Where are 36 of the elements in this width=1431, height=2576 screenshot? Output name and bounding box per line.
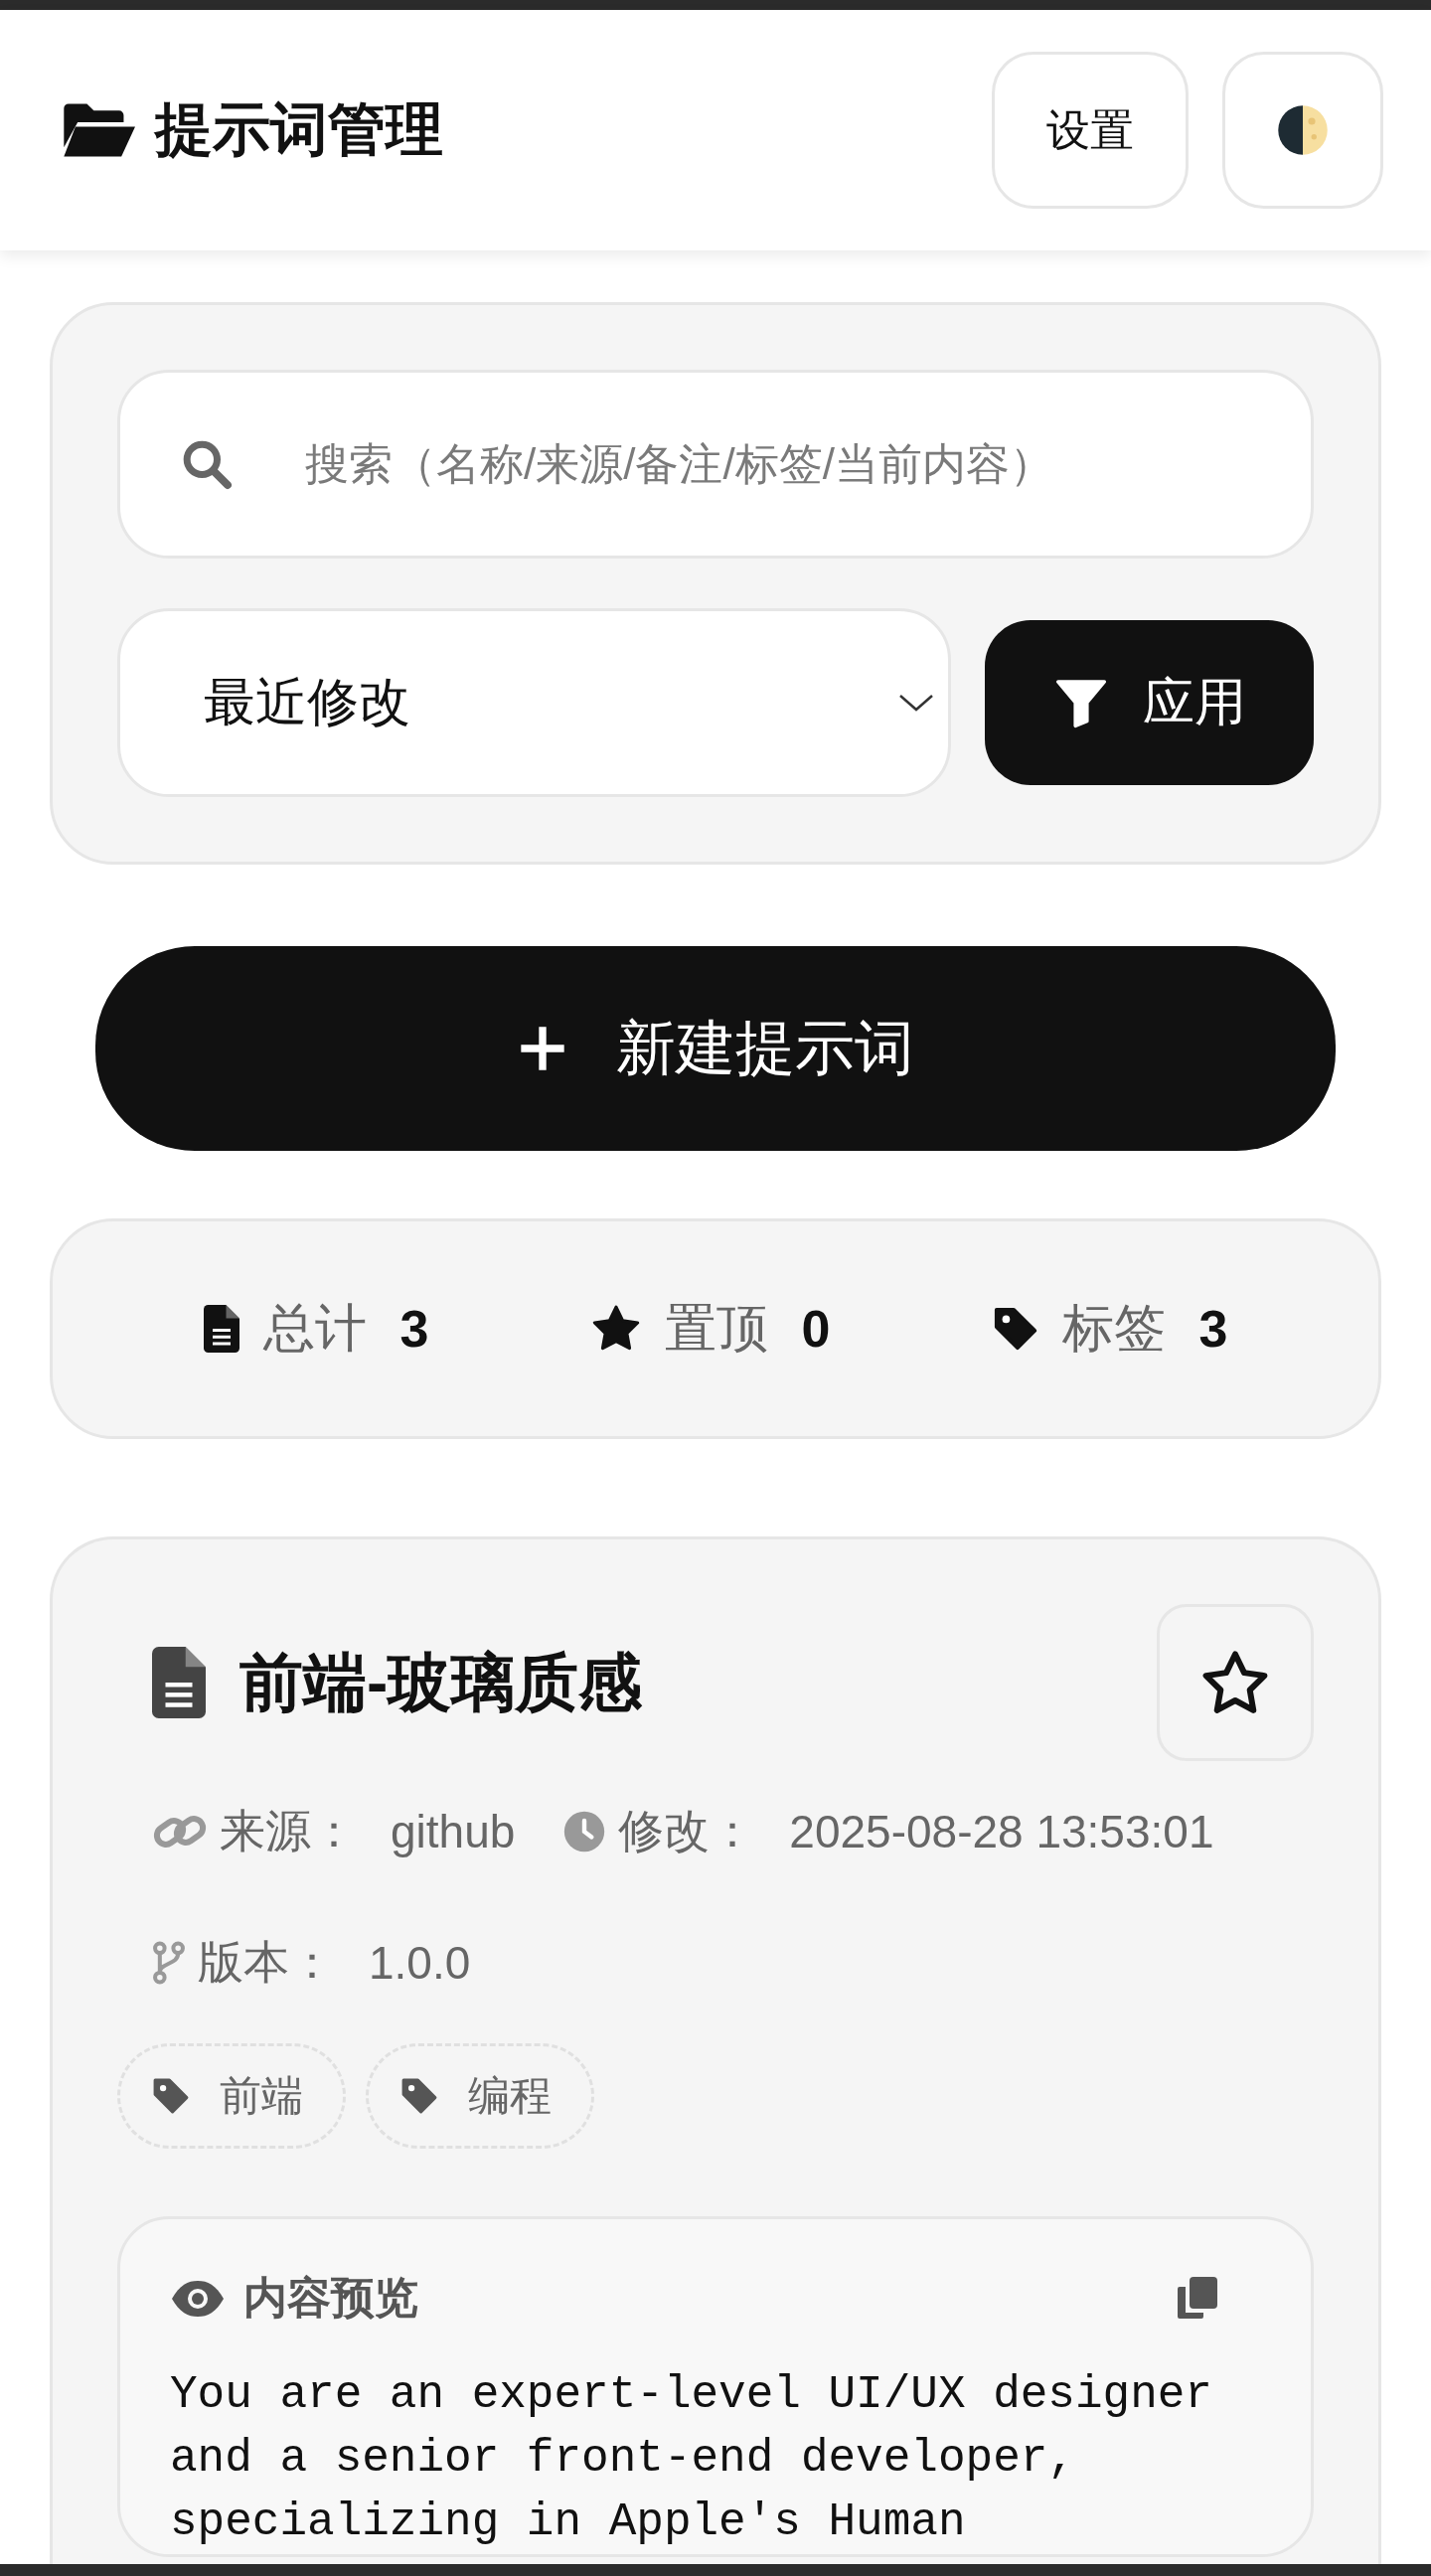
stat-value: 3 (1198, 1299, 1228, 1359)
chevron-down-icon (898, 693, 934, 713)
stat-value: 0 (801, 1299, 831, 1359)
document-icon (203, 1305, 239, 1353)
eye-icon (170, 2278, 226, 2319)
meta-value: 1.0.0 (369, 1936, 471, 1990)
meta-label: 来源： (220, 1804, 357, 1858)
stat-value: 3 (399, 1299, 429, 1359)
prompt-title: 前端-玻璃质感 (239, 1645, 643, 1720)
pin-button[interactable] (1157, 1604, 1314, 1761)
branch-icon (152, 1941, 186, 1985)
meta-value: 2025-08-28 13:53:01 (789, 1805, 1214, 1858)
document-icon (152, 1647, 206, 1718)
stat-label: 置顶 (664, 1298, 768, 1359)
clock-icon (562, 1810, 607, 1853)
moon-icon (1276, 103, 1330, 157)
tag-chip[interactable]: 编程 (366, 2043, 594, 2149)
folder-icon (62, 101, 135, 159)
sort-select[interactable]: 最近修改 (117, 608, 951, 797)
stat-label: 总计 (262, 1298, 367, 1359)
preview-title: 内容预览 (243, 2272, 418, 2324)
tag-chip[interactable]: 前端 (117, 2043, 346, 2149)
settings-button[interactable]: 设置 (992, 52, 1189, 209)
meta-label: 版本： (198, 1935, 335, 1990)
apply-button[interactable]: 应用 (985, 620, 1314, 785)
tag-icon (400, 2077, 438, 2115)
meta-value: github (391, 1805, 516, 1858)
app-title: 提示词管理 (155, 95, 443, 163)
stat-label: 标签 (1061, 1298, 1166, 1359)
theme-toggle-button[interactable] (1222, 52, 1383, 209)
meta-label: 修改： (618, 1804, 756, 1858)
search-field[interactable]: 搜索（名称/来源/备注/标签/当前内容） (117, 370, 1314, 559)
tag-icon (152, 2077, 190, 2115)
prompt-content: You are an expert-level UI/UX designer and a senior front-end developer, specializing in Apple's Human (170, 2368, 1213, 2550)
new-prompt-button[interactable]: 新建提示词 (95, 946, 1336, 1151)
tag-icon (992, 1306, 1038, 1352)
